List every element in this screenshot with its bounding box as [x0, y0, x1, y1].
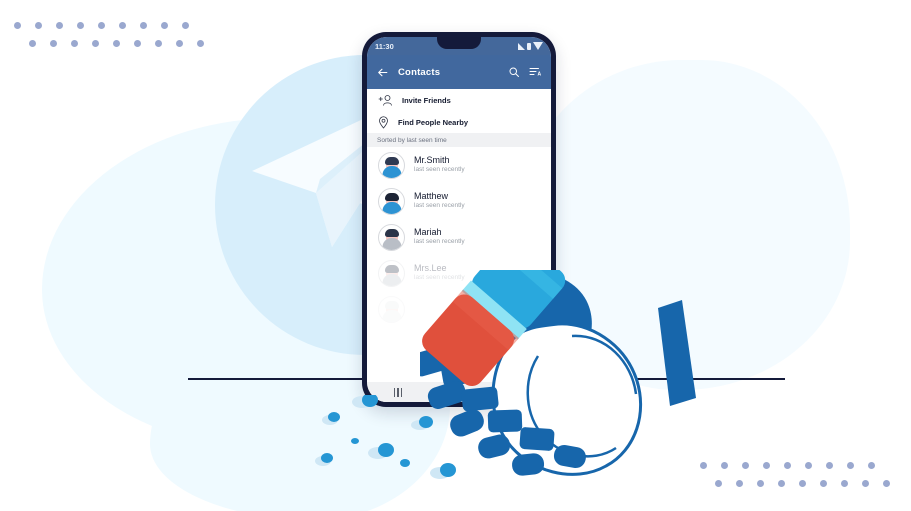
contact-row[interactable]: Matthew last seen recently: [367, 183, 551, 219]
action-invite-friends[interactable]: Invite Friends: [367, 89, 551, 111]
action-label: Invite Friends: [402, 95, 451, 105]
avatar-body: [382, 237, 401, 250]
sort-alpha-icon[interactable]: A: [529, 66, 542, 78]
decorative-dot: [784, 462, 791, 469]
decorative-dot: [841, 480, 849, 487]
avatar-body: [382, 201, 401, 214]
avatar: [378, 223, 405, 251]
contact-row[interactable]: Mr.Smith last seen recently: [367, 147, 551, 183]
avatar: [378, 259, 405, 287]
avatar-hair: [384, 156, 399, 165]
action-find-people-nearby[interactable]: Find People Nearby: [367, 111, 551, 133]
page-title: Contacts: [398, 66, 441, 78]
decorative-dot: [820, 480, 828, 487]
search-icon[interactable]: [508, 66, 520, 78]
phone-notch: [437, 37, 481, 49]
decorative-dot: [50, 40, 58, 47]
avatar-body: [382, 273, 401, 286]
avatar: [378, 187, 405, 215]
decorative-dot: [77, 22, 84, 29]
decorative-dot: [140, 22, 147, 29]
signal-icon: [518, 42, 525, 50]
contact-text: Mr.Smith last seen recently: [414, 155, 465, 175]
decorative-dot: [71, 40, 79, 47]
dot-grid-top-left: [14, 22, 214, 62]
decorative-dot: [35, 22, 42, 29]
decorative-dot: [182, 22, 189, 29]
decorative-dot: [98, 22, 105, 29]
contact-name: Mr.Smith: [414, 155, 450, 166]
decorative-dot: [155, 40, 163, 47]
avatar-hair: [384, 192, 399, 201]
action-label: Find People Nearby: [398, 117, 469, 127]
contact-name: Matthew: [414, 191, 449, 202]
avatar-body: [382, 165, 401, 178]
sort-bar: Sorted by last seen time: [367, 133, 551, 147]
decorative-dot: [763, 462, 770, 469]
decorative-dot: [883, 480, 891, 487]
decorative-dot: [119, 22, 126, 29]
decorative-dot: [14, 22, 21, 29]
status-bar-time: 11:30: [375, 41, 394, 51]
avatar: [378, 151, 405, 179]
decorative-dot: [778, 480, 786, 487]
decorative-dot: [92, 40, 100, 47]
avatar-hair: [384, 300, 399, 309]
avatar-body: [382, 309, 401, 322]
decorative-dot: [161, 22, 168, 29]
decorative-dot: [757, 480, 765, 487]
avatar-hair: [384, 264, 399, 273]
decorative-dot: [113, 40, 121, 47]
avatar: [378, 295, 405, 323]
decorative-dot: [805, 462, 812, 469]
location-pin-icon: [379, 115, 388, 129]
contact-text: Mariah last seen recently: [414, 227, 465, 247]
contact-status: last seen recently: [414, 202, 465, 210]
robot-hand: [420, 270, 696, 476]
illustration-canvas: 11:30 Contacts A Invite Friends Find Peo…: [0, 0, 911, 511]
decorative-dot: [29, 40, 37, 47]
arrow-left-icon[interactable]: [376, 66, 389, 79]
decorative-dot: [799, 480, 807, 487]
wifi-icon: [533, 42, 543, 50]
sort-bar-label: Sorted by last seen time: [377, 136, 447, 144]
decorative-dot: [847, 462, 854, 469]
decorative-dot: [176, 40, 184, 47]
contact-name: Mariah: [414, 227, 442, 238]
decorative-dot: [134, 40, 142, 47]
robot-arm: [658, 300, 696, 406]
decorative-dot: [868, 462, 875, 469]
decorative-dot: [56, 22, 63, 29]
status-bar-icons: [518, 42, 543, 50]
decorative-dot: [826, 462, 833, 469]
app-bar: Contacts A: [367, 55, 551, 89]
battery-icon: [527, 42, 531, 50]
contact-text: Matthew last seen recently: [414, 191, 465, 211]
contact-status: last seen recently: [414, 238, 465, 246]
avatar-hair: [384, 228, 399, 237]
svg-text:A: A: [538, 72, 542, 78]
contact-row[interactable]: Mariah last seen recently: [367, 219, 551, 255]
decorative-dot: [197, 40, 205, 47]
add-person-icon: [378, 94, 392, 106]
contact-status: last seen recently: [414, 166, 465, 174]
decorative-dot: [862, 480, 870, 487]
